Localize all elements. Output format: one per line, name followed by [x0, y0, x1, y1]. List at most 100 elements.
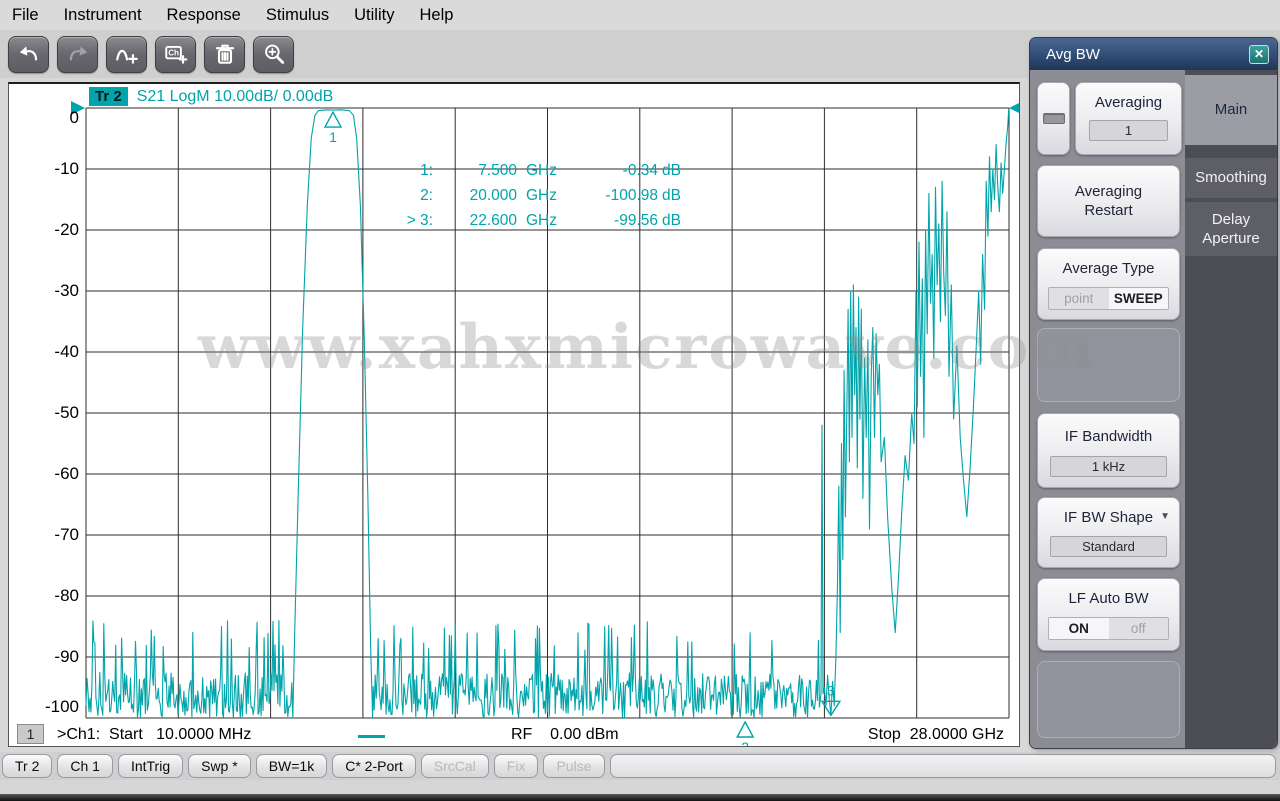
- channel-start-status: >Ch1: Start 10.0000 MHz: [57, 726, 252, 743]
- tab-smoothing[interactable]: Smoothing: [1185, 158, 1277, 198]
- average-type-button[interactable]: Average Type point SWEEP: [1037, 248, 1180, 320]
- task-tab-tr-2[interactable]: Tr 2: [2, 754, 53, 778]
- zoom-in-icon: [264, 44, 284, 64]
- add-channel-button[interactable]: Ch: [155, 35, 196, 73]
- y-axis-label: -80: [54, 586, 79, 605]
- if-bw-shape-button[interactable]: IF BW Shape ▼ Standard: [1037, 497, 1180, 568]
- average-type-option-point[interactable]: point: [1049, 288, 1109, 309]
- averaging-restart-line2: Restart: [1084, 202, 1133, 219]
- marker-2-freq: 20.000: [469, 186, 517, 204]
- lf-auto-bw-label: LF Auto BW: [1068, 590, 1149, 607]
- add-channel-icon: Ch: [164, 45, 187, 64]
- task-tab-swp-[interactable]: Swp *: [188, 754, 251, 778]
- task-tab-empty: [609, 754, 1276, 778]
- average-type-segmented: point SWEEP: [1048, 287, 1169, 310]
- lf-auto-bw-button[interactable]: LF Auto BW ON off: [1037, 578, 1180, 651]
- marker-readout-row-3: > 3: 22.600 GHz -99.56 dB: [355, 208, 681, 233]
- marker-readout: 1: 7.500 GHz -0.34 dB 2: 20.000 GHz -100.98 dB > 3…: [355, 158, 681, 233]
- lf-auto-bw-segmented: ON off: [1048, 617, 1169, 640]
- trace-color-legend-dash: [358, 735, 385, 738]
- y-axis-label: -70: [54, 525, 79, 544]
- marker-1-value: -0.34: [622, 161, 658, 179]
- task-tab-fix: Fix: [493, 754, 539, 778]
- panel-body: Main Smoothing Delay Aperture Averaging 1 …: [1030, 70, 1277, 748]
- redo-button: [57, 35, 98, 73]
- marker-2-triangle[interactable]: [736, 720, 755, 738]
- undo-button[interactable]: [8, 35, 49, 73]
- marker-1-freq_unit: GHz: [526, 161, 557, 179]
- if-bandwidth-value-field[interactable]: 1 kHz: [1050, 456, 1167, 477]
- status-taskbar: Tr 2 Ch 1 IntTrig Swp * BW=1k C* 2-Port SrcCal…: [0, 752, 1280, 780]
- add-trace-icon: [115, 49, 138, 64]
- reference-level-marker-right: [1009, 101, 1019, 115]
- trace-header[interactable]: Tr 2 S21 LogM 10.00dB/ 0.00dB: [89, 87, 333, 106]
- task-tab-ch-1[interactable]: Ch 1: [57, 754, 113, 778]
- marker-3-value_unit: dB: [662, 211, 681, 229]
- close-icon[interactable]: ✕: [1249, 44, 1269, 64]
- y-axis-label: -20: [54, 220, 79, 239]
- redo-icon: [69, 46, 87, 61]
- marker-3-value: -99.56: [614, 211, 658, 229]
- y-axis-label: -100: [44, 697, 79, 716]
- marker-1-value_unit: dB: [662, 161, 681, 179]
- marker-3-label: > 3:: [406, 211, 433, 229]
- if-bw-shape-label: IF BW Shape: [1063, 509, 1154, 526]
- y-axis-label: -90: [54, 647, 79, 666]
- averaging-toggle-button[interactable]: [1037, 82, 1070, 155]
- menu-item-instrument[interactable]: Instrument: [62, 4, 144, 27]
- tab-delay-aperture[interactable]: Delay Aperture: [1185, 202, 1277, 256]
- menu-item-file[interactable]: File: [10, 4, 41, 27]
- marker-2-label: 2:: [420, 186, 433, 204]
- marker-1-triangle[interactable]: [323, 110, 343, 128]
- lf-auto-bw-option-on[interactable]: ON: [1049, 618, 1109, 639]
- averaging-value-field[interactable]: 1: [1089, 120, 1168, 141]
- marker-2-freq_unit: GHz: [526, 186, 557, 204]
- avg-bw-panel: Avg BW ✕ Main Smoothing Delay Aperture Ave…: [1030, 38, 1277, 748]
- marker-1-label: 1:: [420, 161, 433, 179]
- zoom-button[interactable]: [253, 35, 294, 73]
- averaging-label: Averaging: [1094, 94, 1163, 111]
- y-axis-label: -50: [54, 403, 79, 422]
- average-type-label: Average Type: [1062, 260, 1155, 277]
- task-tab-srccal: SrcCal: [420, 754, 489, 778]
- menu-item-stimulus[interactable]: Stimulus: [264, 4, 331, 27]
- task-tab-pulse: Pulse: [543, 754, 605, 778]
- led-indicator: [1042, 113, 1065, 124]
- y-axis-label: -40: [54, 342, 79, 361]
- marker-1-number: 1: [329, 129, 337, 145]
- if-bandwidth-button[interactable]: IF Bandwidth 1 kHz: [1037, 413, 1180, 488]
- average-type-option-sweep[interactable]: SWEEP: [1108, 288, 1168, 309]
- lf-auto-bw-option-off[interactable]: off: [1109, 618, 1169, 639]
- averaging-restart-button[interactable]: Averaging Restart: [1037, 165, 1180, 237]
- marker-3-freq: 22.600: [469, 211, 517, 229]
- menu-bar: File Instrument Response Stimulus Utility Hel…: [0, 0, 1280, 30]
- panel-tab-strip: Main Smoothing Delay Aperture: [1185, 70, 1277, 748]
- menu-item-utility[interactable]: Utility: [352, 4, 396, 27]
- delete-button[interactable]: [204, 35, 245, 73]
- marker-3-number: 3: [827, 682, 835, 698]
- marker-2-value: -100.98: [605, 186, 658, 204]
- marker-2-number: 2: [741, 739, 749, 747]
- averaging-restart-line1: Averaging: [1074, 182, 1143, 200]
- task-tab-bw-1k[interactable]: BW=1k: [255, 754, 328, 778]
- y-axis-label: 0: [69, 108, 79, 127]
- marker-readout-row-2: 2: 20.000 GHz -100.98 dB: [355, 183, 681, 208]
- add-trace-button[interactable]: [106, 35, 147, 73]
- menu-item-help[interactable]: Help: [417, 4, 455, 27]
- svg-text:Ch: Ch: [168, 49, 179, 58]
- tab-main[interactable]: Main: [1185, 75, 1277, 145]
- task-tab-inttrig[interactable]: IntTrig: [117, 754, 184, 778]
- menu-item-response[interactable]: Response: [165, 4, 243, 27]
- panel-title-bar[interactable]: Avg BW ✕: [1030, 38, 1277, 70]
- marker-readout-row-1: 1: 7.500 GHz -0.34 dB: [355, 158, 681, 183]
- measurement-display[interactable]: Tr 2 S21 LogM 10.00dB/ 0.00dB 0 -10 -20 -30…: [8, 82, 1020, 747]
- trace-measurement-label: S21 LogM 10.00dB/ 0.00dB: [136, 87, 334, 105]
- if-bw-shape-value-field[interactable]: Standard: [1050, 536, 1167, 557]
- marker-1-freq: 7.500: [478, 161, 517, 179]
- averaging-button[interactable]: Averaging 1: [1075, 82, 1182, 155]
- delete-trash-icon: [215, 44, 234, 64]
- bottom-strip: [0, 780, 1280, 794]
- stop-frequency-status: Stop 28.0000 GHz: [867, 726, 1004, 743]
- task-tab-c-2-port[interactable]: C* 2-Port: [332, 754, 416, 778]
- trace-badge[interactable]: Tr 2: [89, 87, 128, 106]
